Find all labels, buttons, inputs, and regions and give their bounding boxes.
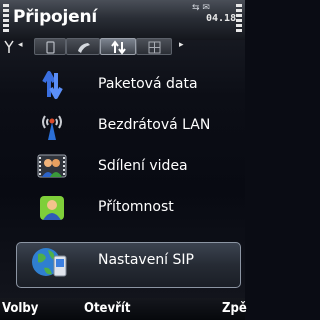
- list-item-label: Paketová data: [98, 76, 198, 92]
- list-item-packet-data[interactable]: Paketová data: [0, 66, 245, 104]
- tab-phone[interactable]: [34, 38, 66, 55]
- packet-data-icon: [42, 71, 63, 99]
- list-item-label: Bezdrátová LAN: [98, 117, 211, 133]
- battery-level-icon: [236, 4, 242, 34]
- tab-row: ◂ ▸: [4, 38, 194, 55]
- options-softkey[interactable]: Volby: [2, 301, 38, 316]
- list-item-presence[interactable]: Přítomnost: [0, 189, 245, 227]
- data-arrows-icon: [111, 40, 126, 55]
- list-item-video-sharing[interactable]: Sdílení videa: [0, 148, 245, 186]
- video-sharing-icon: [37, 154, 67, 178]
- wlan-antenna-icon: [42, 115, 62, 140]
- signal-strength-icon: [3, 4, 9, 34]
- antenna-icon: [4, 40, 14, 53]
- status-icons: ⇆ ✉: [192, 3, 210, 13]
- phone-outline-icon: [46, 41, 55, 54]
- tab-data-connection[interactable]: [100, 38, 136, 55]
- phone-screen: Připojení ⇆ ✉ 04.18 ◂ ▸ Paketová data Be…: [0, 0, 247, 320]
- list-item-label: Sdílení videa: [98, 158, 188, 174]
- presence-icon: [40, 196, 64, 220]
- sip-globe-icon: [32, 248, 67, 277]
- list-item-wireless-lan[interactable]: Bezdrátová LAN: [0, 107, 245, 145]
- tab-scroll-right-icon[interactable]: ▸: [179, 40, 184, 50]
- tab-settings[interactable]: [136, 38, 172, 55]
- softkey-bar: Volby Otevřít Zpě: [0, 298, 247, 320]
- clock: 04.18: [206, 13, 237, 24]
- page-title: Připojení: [13, 7, 98, 27]
- grid-icon: [148, 41, 161, 54]
- list-item-label: Nastavení SIP: [98, 252, 194, 268]
- open-softkey[interactable]: Otevřít: [84, 301, 130, 316]
- list-item-sip-settings[interactable]: Nastavení SIP: [0, 242, 245, 280]
- list-item-label: Přítomnost: [98, 199, 174, 215]
- title-bar: Připojení ⇆ ✉ 04.18: [0, 0, 245, 40]
- tab-call[interactable]: [66, 38, 100, 55]
- tab-scroll-left-icon[interactable]: ◂: [18, 40, 23, 50]
- back-softkey[interactable]: Zpě: [222, 301, 247, 316]
- handset-icon: [78, 43, 90, 53]
